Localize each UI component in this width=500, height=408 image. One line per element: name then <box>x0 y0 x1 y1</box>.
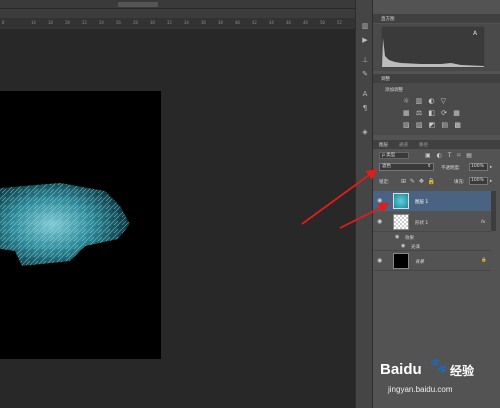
paw-icon: 🐾 <box>430 358 448 374</box>
watermark-product: 经验 <box>450 364 475 378</box>
arrow-to-layer1 <box>339 203 390 229</box>
annotation-arrows <box>301 168 390 229</box>
watermark-url: jingyan.baidu.com <box>388 385 453 394</box>
watermark: Baidu 🐾 经验 jingyan.baidu.com <box>380 355 495 405</box>
watermark-brand: Baidu <box>380 361 422 378</box>
